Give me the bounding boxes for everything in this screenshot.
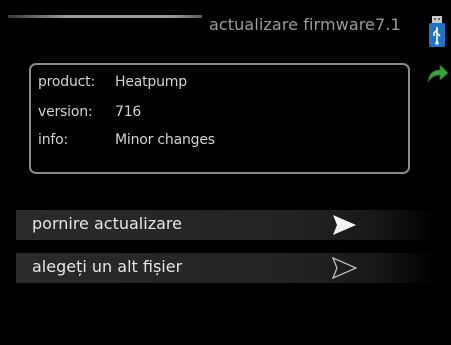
play-arrow-outline-icon <box>331 257 357 279</box>
back-arrow-icon[interactable] <box>425 62 449 84</box>
title-line <box>8 15 202 18</box>
info-row: info: Minor changes <box>38 132 215 148</box>
page-title: actualizare firmware7.1 <box>209 15 401 34</box>
version-value: 716 <box>115 104 142 120</box>
product-row: product: Heatpump <box>38 74 187 90</box>
firmware-info-box: product: Heatpump version: 716 info: Minor … <box>29 63 410 174</box>
info-label: info: <box>38 132 68 148</box>
version-label: version: <box>38 104 93 120</box>
product-label: product: <box>38 74 95 90</box>
play-arrow-filled-icon <box>333 215 356 235</box>
start-update-label: pornire actualizare <box>32 214 182 233</box>
choose-other-file-label: alegeți un alt fișier <box>32 257 183 276</box>
product-value: Heatpump <box>115 74 187 90</box>
choose-other-file-button[interactable]: alegeți un alt fișier <box>16 253 436 283</box>
version-row: version: 716 <box>38 104 141 120</box>
start-update-button[interactable]: pornire actualizare <box>16 210 436 240</box>
info-value: Minor changes <box>115 132 215 148</box>
usb-icon[interactable] <box>428 16 446 48</box>
